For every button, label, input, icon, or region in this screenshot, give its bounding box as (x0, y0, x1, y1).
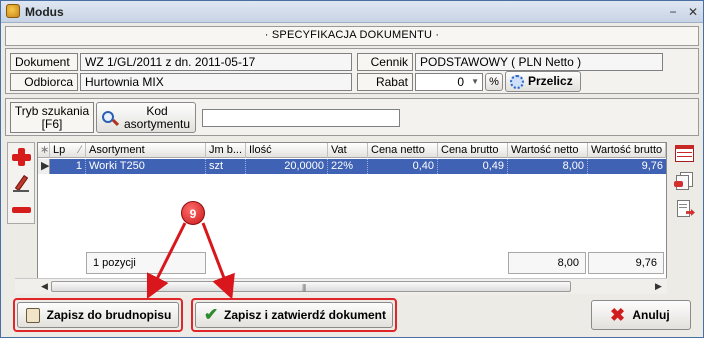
remove-row-icon[interactable] (11, 200, 33, 220)
row-selector-icon[interactable]: ▶ (38, 159, 50, 174)
column-header-ilosc[interactable]: Ilość (246, 143, 328, 158)
items-table: ∗ Lp ∕ Asortyment Jm b... Ilość Vat Cena… (37, 142, 667, 279)
save-approve-label: Zapisz i zatwierdź dokument (223, 308, 387, 322)
column-header-lp[interactable]: Lp ∕ (50, 143, 86, 158)
column-header-cena-brutto[interactable]: Cena brutto (438, 143, 508, 158)
chevron-down-icon[interactable]: ▼ (471, 74, 479, 90)
rabat-input[interactable]: 0 ▼ (415, 73, 483, 91)
column-header-cena-netto[interactable]: Cena netto (368, 143, 438, 158)
gear-icon (510, 75, 524, 89)
scroll-right-icon[interactable]: ▶ (655, 281, 662, 292)
column-header-vat[interactable]: Vat (328, 143, 368, 158)
save-approve-button[interactable]: ✔ Zapisz i zatwierdź dokument (195, 302, 393, 328)
column-header-wartosc-netto[interactable]: Wartość netto (508, 143, 588, 158)
horizontal-scrollbar[interactable]: ◀ ||| ▶ (15, 278, 667, 294)
cell-wartosc-netto: 8,00 (508, 159, 588, 174)
search-icon-handle (111, 118, 120, 127)
przelicz-button[interactable]: Przelicz (505, 71, 581, 92)
sort-icon: ∕ (79, 144, 81, 156)
cell-vat: 22% (328, 159, 368, 174)
section-header: · SPECYFIKACJA DOKUMENTU · (5, 26, 699, 46)
notebook-icon (26, 308, 40, 323)
app-icon (6, 4, 20, 18)
footer-wartosc-netto: 8,00 (508, 252, 586, 274)
cell-cena-brutto: 0,49 (438, 159, 508, 174)
kod-asortymentu-label: Kod asortymentu (123, 104, 191, 131)
cennik-value[interactable]: PODSTAWOWY ( PLN Netto ) (415, 53, 663, 71)
save-draft-button[interactable]: Zapisz do brudnopisu (17, 302, 179, 328)
copy-document-icon[interactable] (674, 171, 696, 191)
annotation-badge: 9 (181, 201, 205, 225)
column-header-asortyment[interactable]: Asortyment (86, 143, 206, 158)
table-view-icon[interactable] (674, 144, 696, 164)
column-header-jm[interactable]: Jm b... (206, 143, 246, 158)
column-header-lp-label: Lp (53, 144, 66, 156)
rabat-label: Rabat (357, 73, 413, 91)
percent-button[interactable]: % (485, 73, 503, 91)
minimize-icon[interactable]: − (665, 4, 681, 20)
rabat-value: 0 (457, 75, 464, 89)
odbiorca-label: Odbiorca (10, 73, 78, 91)
footer-count: 1 pozycji (86, 252, 206, 274)
close-icon: ✖ (610, 305, 626, 325)
table-header: ∗ Lp ∕ Asortyment Jm b... Ilość Vat Cena… (38, 143, 666, 158)
column-header-wartosc-brutto[interactable]: Wartość brutto (588, 143, 666, 158)
table-row[interactable]: ▶ 1 Worki T250 szt 20,0000 22% 0,40 0,49… (38, 159, 666, 174)
checkmark-icon: ✔ (204, 305, 219, 324)
add-row-icon[interactable] (11, 147, 33, 167)
cancel-label: Anuluj (632, 308, 670, 322)
cell-asortyment: Worki T250 (86, 159, 206, 174)
search-panel: Tryb szukania [F6] Kod asortymentu (5, 98, 699, 136)
edit-row-icon[interactable] (11, 173, 33, 193)
cell-wartosc-brutto: 9,76 (641, 160, 663, 172)
kod-asortymentu-button[interactable]: Kod asortymentu (96, 102, 196, 133)
close-icon[interactable]: ✕ (685, 4, 701, 20)
cell-lp: 1 (50, 159, 86, 174)
document-header-panel: Dokument WZ 1/GL/2011 z dn. 2011-05-17 C… (5, 48, 699, 94)
scroll-left-icon[interactable]: ◀ (41, 281, 48, 292)
dokument-value: WZ 1/GL/2011 z dn. 2011-05-17 (80, 53, 352, 71)
row-toolbar (7, 142, 35, 224)
cancel-button[interactable]: ✖ Anuluj (591, 300, 691, 330)
odbiorca-value: Hurtownia MIX (80, 73, 352, 91)
export-document-icon[interactable] (674, 199, 696, 219)
tryb-szukania-label: Tryb szukania [F6] (10, 102, 94, 133)
modus-window: Modus − ✕ · SPECYFIKACJA DOKUMENTU · Dok… (0, 0, 704, 338)
search-input[interactable] (202, 109, 400, 127)
row-indicator-header: ∗ (40, 143, 50, 158)
section-title: · SPECYFIKACJA DOKUMENTU · (264, 29, 440, 41)
footer-wartosc-brutto: 9,76 (588, 252, 664, 274)
przelicz-label: Przelicz (528, 74, 573, 88)
cell-ilosc: 20,0000 (246, 159, 328, 174)
cell-jm: szt (206, 159, 246, 174)
save-draft-label: Zapisz do brudnopisu (46, 308, 172, 322)
cell-cena-netto: 0,40 (368, 159, 438, 174)
title-bar: Modus − ✕ (1, 1, 703, 23)
dokument-label: Dokument (10, 53, 78, 71)
cennik-label: Cennik (357, 53, 413, 71)
window-title: Modus (25, 5, 64, 19)
scrollbar-thumb[interactable]: ||| (51, 281, 571, 292)
